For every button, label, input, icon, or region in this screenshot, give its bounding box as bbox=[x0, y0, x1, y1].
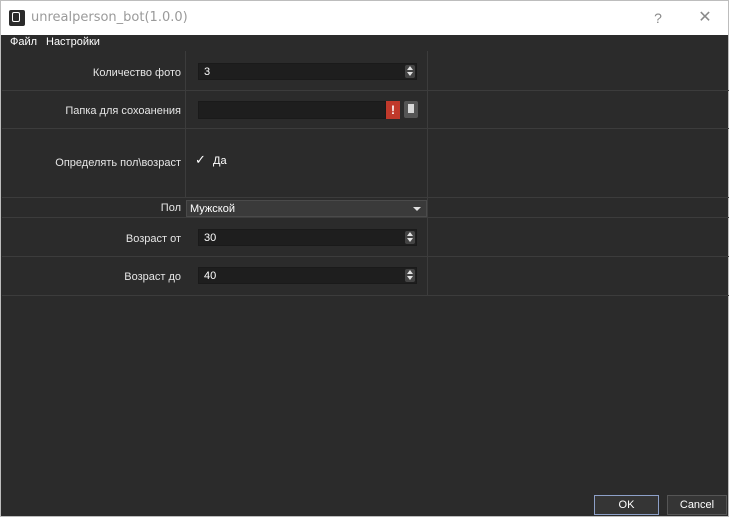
arrow-up-icon[interactable] bbox=[407, 66, 413, 70]
menu-settings[interactable]: Настройки bbox=[46, 36, 100, 48]
detect-gender-age-check-label[interactable]: Да bbox=[213, 155, 227, 167]
row-age-from: Возраст от 30 bbox=[2, 218, 729, 257]
row-age-to: Возраст до 40 bbox=[2, 257, 729, 296]
help-button[interactable]: ? bbox=[647, 8, 669, 28]
age-from-spinbox[interactable]: 30 bbox=[198, 229, 417, 246]
menu-bar: Файл Настройки bbox=[1, 35, 728, 50]
browse-folder-button[interactable] bbox=[404, 101, 418, 118]
age-from-label: Возраст от bbox=[125, 233, 181, 245]
gender-select[interactable]: Мужской bbox=[186, 200, 427, 217]
arrow-up-icon[interactable] bbox=[407, 270, 413, 274]
ok-button[interactable]: OK bbox=[594, 495, 659, 515]
arrow-down-icon[interactable] bbox=[407, 238, 413, 242]
row-photo-count: Количество фото 3 bbox=[2, 51, 729, 91]
cancel-button[interactable]: Cancel bbox=[667, 495, 727, 515]
window-title: unrealperson_bot(1.0.0) bbox=[31, 10, 188, 25]
photo-count-spinbox[interactable]: 3 bbox=[198, 63, 417, 80]
detect-gender-age-checkbox[interactable]: ✓ bbox=[195, 153, 207, 167]
save-folder-input[interactable] bbox=[198, 101, 386, 119]
row-detect-gender-age: Определять пол\возраст ✓ Да bbox=[2, 129, 729, 198]
age-from-value: 30 bbox=[204, 232, 217, 244]
menu-file[interactable]: Файл bbox=[10, 36, 37, 48]
gender-label: Пол bbox=[160, 202, 181, 214]
row-save-folder: Папка для сохоанения ! bbox=[2, 91, 729, 129]
age-from-stepper[interactable] bbox=[405, 231, 415, 244]
age-to-spinbox[interactable]: 40 bbox=[198, 267, 417, 284]
photo-count-value: 3 bbox=[204, 66, 211, 78]
app-icon bbox=[9, 10, 25, 26]
arrow-down-icon[interactable] bbox=[407, 276, 413, 280]
gender-value: Мужской bbox=[190, 203, 235, 215]
photo-count-stepper[interactable] bbox=[405, 65, 415, 78]
settings-form: Количество фото 3 Папка для сохоанения !… bbox=[2, 51, 729, 296]
close-button[interactable]: ✕ bbox=[693, 8, 717, 28]
warning-icon: ! bbox=[386, 101, 400, 119]
main-window: unrealperson_bot(1.0.0) ? ✕ Файл Настрой… bbox=[0, 0, 729, 517]
detect-gender-age-label: Определять пол\возраст bbox=[55, 157, 181, 169]
title-bar: unrealperson_bot(1.0.0) ? ✕ bbox=[1, 1, 728, 35]
chevron-down-icon[interactable] bbox=[413, 207, 421, 211]
age-to-stepper[interactable] bbox=[405, 269, 415, 282]
age-to-value: 40 bbox=[204, 270, 217, 282]
photo-count-label: Количество фото bbox=[92, 67, 181, 79]
arrow-up-icon[interactable] bbox=[407, 232, 413, 236]
save-folder-label: Папка для сохоанения bbox=[65, 105, 181, 117]
age-to-label: Возраст до bbox=[124, 271, 181, 283]
folder-icon bbox=[408, 104, 414, 113]
arrow-down-icon[interactable] bbox=[407, 72, 413, 76]
